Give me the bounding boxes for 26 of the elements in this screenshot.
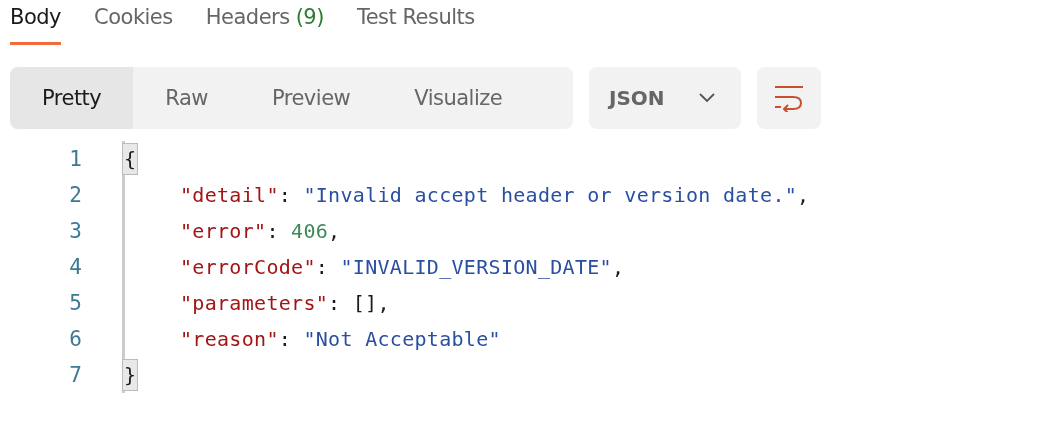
wrap-lines-icon [774, 84, 804, 112]
line-number: 7 [68, 363, 82, 387]
matched-brace: { [122, 143, 139, 175]
format-dropdown[interactable]: JSON [589, 67, 741, 129]
line-number: 2 [68, 183, 82, 207]
code-line: "errorCode": "INVALID_VERSION_DATE", [180, 255, 625, 279]
code-line: "error": 406, [180, 219, 341, 243]
code-line: "parameters": [], [180, 291, 390, 315]
response-tab[interactable]: Cookies [94, 0, 173, 45]
response-tab[interactable]: Body [10, 0, 61, 45]
chevron-down-icon [699, 93, 715, 103]
code-line: "reason": "Not Acceptable" [180, 327, 501, 351]
wrap-lines-button[interactable] [757, 67, 821, 129]
view-mode-tab[interactable]: Visualize [382, 67, 535, 129]
matched-brace: } [122, 359, 139, 391]
code-line: "detail": "Invalid accept header or version date.", [180, 183, 810, 207]
response-tab[interactable]: Headers (9) [205, 0, 324, 45]
line-number: 5 [68, 291, 82, 315]
view-mode-tab[interactable]: Preview [240, 67, 383, 129]
line-number: 6 [68, 327, 82, 351]
view-mode-tab[interactable]: Raw [133, 67, 240, 129]
line-number: 4 [68, 255, 82, 279]
view-mode-tab[interactable]: Pretty [10, 67, 134, 129]
response-tab[interactable]: Test Results [356, 0, 475, 45]
line-number: 3 [68, 219, 82, 243]
line-number: 1 [68, 147, 82, 171]
